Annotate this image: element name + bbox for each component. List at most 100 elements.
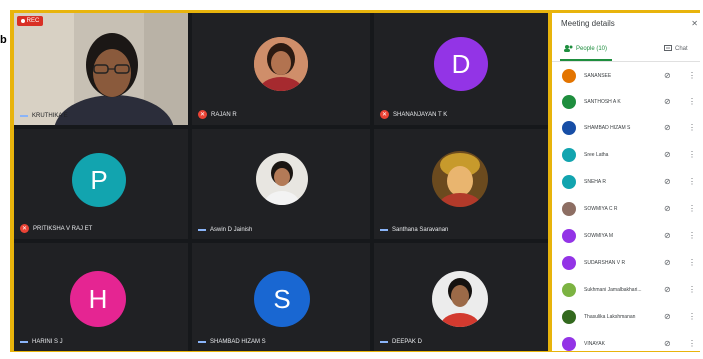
tile-name: KRUTHIKA E <box>20 113 68 119</box>
participant-avatar: S <box>254 271 310 327</box>
participant-tile-2[interactable]: ✕ RAJAN R <box>192 13 370 125</box>
tab-active-indicator <box>560 59 612 61</box>
tile-name: ✕ RAJAN R <box>198 110 237 119</box>
person-name: SHAMBAD HIZAM S <box>584 125 631 131</box>
mic-on-icon <box>20 115 28 117</box>
list-item[interactable]: Sree Latha ⊘ ⋮ <box>552 144 700 170</box>
more-options-icon[interactable]: ⋮ <box>688 71 696 80</box>
mic-off-icon: ⊘ <box>664 150 671 159</box>
person-name: VINAYAK <box>584 341 605 347</box>
participant-tile-8[interactable]: S SHAMBAD HIZAM S <box>192 243 370 351</box>
tile-name: DEEPAK D <box>380 339 422 345</box>
more-options-icon[interactable]: ⋮ <box>688 204 696 213</box>
more-options-icon[interactable]: ⋮ <box>688 285 696 294</box>
panel-tabs: People (10) Chat <box>552 43 700 62</box>
tab-people[interactable]: People (10) <box>564 45 607 52</box>
avatar <box>562 121 576 135</box>
mic-off-icon: ⊘ <box>664 312 671 321</box>
tile-name: ✕ PRITIKSHA V RAJ ET <box>20 224 93 233</box>
more-options-icon[interactable]: ⋮ <box>688 177 696 186</box>
person-name: SOWMIYA C R <box>584 206 618 212</box>
avatar <box>562 283 576 297</box>
participant-tile-5[interactable]: Aswin D Jainish <box>192 129 370 239</box>
person-name: SUDARSHAN V R <box>584 260 626 266</box>
list-item[interactable]: Sukhmani Jamalbakhari... ⊘ ⋮ <box>552 279 700 305</box>
avatar <box>562 148 576 162</box>
more-options-icon[interactable]: ⋮ <box>688 339 696 348</box>
list-item[interactable]: SOWMIYA M ⊘ ⋮ <box>552 225 700 251</box>
mic-off-icon: ⊘ <box>664 204 671 213</box>
mic-on-icon <box>20 341 28 343</box>
list-item[interactable]: SOWMIYA C R ⊘ ⋮ <box>552 198 700 224</box>
mic-on-icon <box>380 229 388 231</box>
participant-photo <box>432 151 488 207</box>
participant-tile-3[interactable]: D ✕ SHANANJAYAN T K <box>374 13 548 125</box>
mic-off-icon: ⊘ <box>664 97 671 106</box>
mic-on-icon <box>380 341 388 343</box>
avatar <box>562 175 576 189</box>
list-item[interactable]: Thasulika Lakshmanan ⊘ ⋮ <box>552 306 700 332</box>
more-options-icon[interactable]: ⋮ <box>688 231 696 240</box>
participant-tile-4[interactable]: P ✕ PRITIKSHA V RAJ ET <box>14 129 188 239</box>
mic-off-icon: ✕ <box>380 110 389 119</box>
video-grid: KRUTHIKA E ✕ RAJAN R D ✕ SHANANJAYAN T K… <box>14 13 548 351</box>
avatar <box>562 256 576 270</box>
avatar <box>562 229 576 243</box>
person-name: Sree Latha <box>584 152 609 158</box>
participant-tile-9[interactable]: DEEPAK D <box>374 243 548 351</box>
list-item[interactable]: SANANSEE ⊘ ⋮ <box>552 65 700 91</box>
mic-off-icon: ⊘ <box>664 123 671 132</box>
recording-badge: REC <box>17 16 43 26</box>
list-item[interactable]: VINAYAK ⊘ ⋮ <box>552 333 700 359</box>
list-item[interactable]: SANTHOSH A K ⊘ ⋮ <box>552 91 700 117</box>
tile-name: Aswin D Jainish <box>198 227 252 233</box>
mic-off-icon: ✕ <box>198 110 207 119</box>
tab-chat[interactable]: Chat <box>664 45 688 52</box>
mic-off-icon: ⊘ <box>664 71 671 80</box>
mic-off-icon: ⊘ <box>664 339 671 348</box>
record-dot-icon <box>20 19 25 23</box>
participant-avatar: H <box>70 271 126 327</box>
list-item[interactable]: SUDARSHAN V R ⊘ ⋮ <box>552 252 700 278</box>
outside-letter: b <box>0 34 7 46</box>
avatar <box>562 95 576 109</box>
participant-photo <box>254 37 308 91</box>
mic-off-icon: ⊘ <box>664 231 671 240</box>
mic-off-icon: ⊘ <box>664 285 671 294</box>
participant-tile-6[interactable]: Santhana Saravanan <box>374 129 548 239</box>
list-item[interactable]: SHAMBAD HIZAM S ⊘ ⋮ <box>552 117 700 143</box>
list-item[interactable]: SNEHA R ⊘ ⋮ <box>552 171 700 197</box>
avatar <box>562 310 576 324</box>
more-options-icon[interactable]: ⋮ <box>688 150 696 159</box>
avatar <box>562 202 576 216</box>
more-options-icon[interactable]: ⋮ <box>688 258 696 267</box>
avatar <box>562 69 576 83</box>
avatar <box>562 337 576 351</box>
person-name: SANTHOSH A K <box>584 99 621 105</box>
person-name: Sukhmani Jamalbakhari... <box>584 287 642 293</box>
more-options-icon[interactable]: ⋮ <box>688 123 696 132</box>
mic-on-icon <box>198 229 206 231</box>
close-icon[interactable]: ✕ <box>691 19 698 28</box>
mic-off-icon: ⊘ <box>664 177 671 186</box>
webcam-video <box>14 13 188 125</box>
participant-tile-1[interactable]: KRUTHIKA E <box>14 13 188 125</box>
tile-name: ✕ SHANANJAYAN T K <box>380 110 448 119</box>
mic-off-icon: ✕ <box>20 224 29 233</box>
meeting-details-panel: Meeting details ✕ People (10) Chat SANAN… <box>552 13 700 351</box>
participant-tile-7[interactable]: H HARINI S J <box>14 243 188 351</box>
chat-icon <box>664 45 672 51</box>
participant-photo <box>256 153 308 205</box>
participant-photo <box>432 271 488 327</box>
person-name: SNEHA R <box>584 179 606 185</box>
more-options-icon[interactable]: ⋮ <box>688 97 696 106</box>
mic-off-icon: ⊘ <box>664 258 671 267</box>
person-name: SOWMIYA M <box>584 233 614 239</box>
participant-avatar: P <box>72 153 126 207</box>
person-name: Thasulika Lakshmanan <box>584 314 636 320</box>
tile-name: HARINI S J <box>20 339 63 345</box>
people-icon <box>564 45 573 52</box>
panel-title: Meeting details <box>561 19 615 28</box>
more-options-icon[interactable]: ⋮ <box>688 312 696 321</box>
person-name: SANANSEE <box>584 73 612 79</box>
